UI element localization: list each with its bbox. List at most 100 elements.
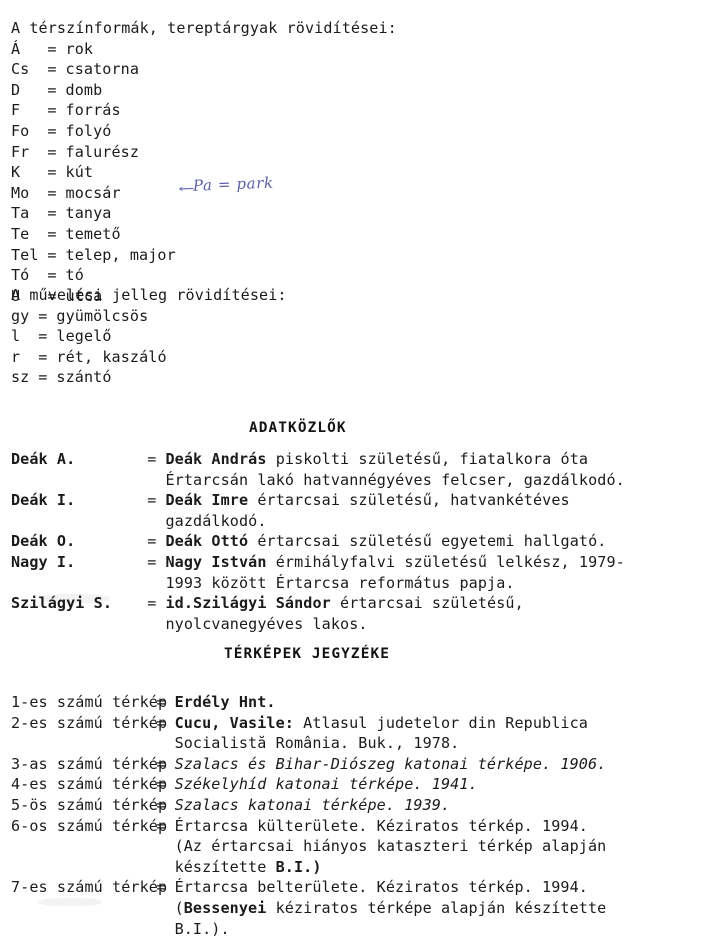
- equals-sign: =: [47, 121, 57, 140]
- terrain-abbreviation-value: falurész: [65, 142, 140, 161]
- terrain-abbreviation-key: F: [11, 101, 21, 120]
- map-entry: 5-ös számú térkép= Szalacs katonai térkép…: [11, 795, 727, 816]
- map-entry: 4-es számú térkép= Székelyhíd katonai tér…: [11, 774, 727, 795]
- equals-sign: =: [47, 266, 57, 285]
- equals-sign: =: [47, 142, 57, 161]
- map-first-line: 5-ös számú térkép= Szalacs katonai térkép…: [11, 795, 727, 816]
- informant-entry: Deák O. = Deák Ottó értarcsai születésű eg…: [11, 531, 727, 552]
- map-continuation-line: B.I.).: [174, 919, 230, 938]
- informant-full-name: Deák András: [165, 450, 267, 468]
- cultivation-heading: A művelési jelleg rövidítései:: [11, 286, 287, 304]
- map-title-text: Szalacs katonai térképe. 1939.: [174, 795, 451, 814]
- equals-sign: =: [156, 754, 166, 773]
- informant-entry: Deák A. = Deák András piskolti születésű, …: [11, 449, 727, 490]
- terrain-abbreviation-value: domb: [65, 80, 103, 99]
- map-title-text: Értarcsa belterülete. Kéziratos térkép. …: [174, 878, 588, 897]
- equals-sign: =: [47, 101, 57, 120]
- map-source-author: Bessenyei: [183, 898, 267, 917]
- terrain-abbreviation-row: Cs = csatorna: [11, 59, 397, 80]
- map-number-label: 7-es számú térkép: [11, 878, 168, 897]
- map-entry: 3-as számú térkép= Szalacs és Bihar-Diósz…: [11, 754, 727, 775]
- informant-first-line: Szilágyi S. = id.Szilágyi Sándor értarcsai…: [11, 593, 727, 614]
- maps-section-heading: TÉRKÉPEK JEGYZÉKE: [224, 646, 390, 662]
- map-title-text: Szalacs és Bihar-Diószeg katonai térképe…: [174, 754, 607, 773]
- map-first-line: 1-es számú térkép= Erdély Hnt.: [11, 692, 727, 713]
- map-number-label: 4-es számú térkép: [11, 775, 168, 794]
- informant-entry: Deák I. = Deák Imre értarcsai születésű, h…: [11, 490, 727, 531]
- terrain-abbreviation-value: forrás: [65, 101, 121, 120]
- cultivation-abbreviation-list: gy = gyümölcsös l = legelő r = rét, kaszáló sz = sz…: [11, 306, 287, 388]
- informant-continuation-line: Értarcsán lakó hatvannégyéves felcser, g…: [165, 470, 625, 489]
- map-entry: 2-es számú térkép= Cucu, Vasile: Atlasul …: [11, 713, 727, 754]
- informant-description: értarcsai születésű, hatvankétéves: [248, 491, 570, 510]
- equals-sign: =: [47, 163, 57, 182]
- terrain-abbreviation-value: csatorna: [65, 60, 140, 79]
- equals-sign: =: [156, 816, 166, 835]
- equals-sign: =: [38, 306, 48, 325]
- map-continuation-text: kéziratos térképe alapján készítette: [266, 898, 607, 917]
- cultivation-abbreviation-key: gy: [11, 306, 30, 325]
- terrain-abbreviation-key: Fo: [11, 121, 30, 140]
- equals-sign: =: [47, 60, 57, 79]
- map-first-line: 3-as számú térkép= Szalacs és Bihar-Diósz…: [11, 754, 727, 775]
- map-first-line: 2-es számú térkép= Cucu, Vasile: Atlasul …: [11, 713, 727, 734]
- cultivation-abbreviation-row: sz = szántó: [11, 367, 287, 388]
- equals-sign: =: [156, 693, 166, 711]
- map-author-initials: B.I.): [275, 857, 322, 876]
- cultivation-abbreviation-row: r = rét, kaszáló: [11, 347, 287, 368]
- terrain-abbreviation-row: Tel = telep, major: [11, 245, 397, 266]
- terrain-abbreviation-value: tanya: [65, 204, 112, 223]
- informants-section: Deák A. = Deák András piskolti születésű, …: [11, 449, 727, 634]
- informant-continuation-line: gazdálkodó.: [165, 511, 267, 530]
- terrain-abbreviation-key: Te: [11, 224, 30, 243]
- equals-sign: =: [156, 878, 166, 897]
- equals-sign: =: [47, 39, 57, 58]
- equals-sign: =: [147, 552, 157, 571]
- map-entry: 1-es számú térkép= Erdély Hnt.: [11, 692, 727, 713]
- equals-sign: =: [47, 245, 57, 264]
- terrain-abbreviation-key: Cs: [11, 60, 30, 79]
- equals-sign: =: [47, 80, 57, 99]
- equals-sign: =: [47, 204, 57, 223]
- equals-sign: =: [147, 450, 157, 468]
- terrain-abbreviation-value: folyó: [65, 121, 112, 140]
- terrain-abbreviation-row: Á = rok: [11, 39, 397, 60]
- equals-sign: =: [156, 713, 166, 732]
- map-continuation-line: (Bessenyei kéziratos térképe alapján kés…: [11, 898, 727, 919]
- cultivation-abbreviation-value: rét, kaszáló: [56, 347, 167, 366]
- equals-sign: =: [147, 594, 157, 613]
- cultivation-abbreviation-key: sz: [11, 368, 30, 387]
- map-number-label: 3-as számú térkép: [11, 754, 168, 773]
- informant-first-line: Deák O. = Deák Ottó értarcsai születésű eg…: [11, 531, 727, 552]
- equals-sign: =: [47, 224, 57, 243]
- terrain-abbreviation-row: Te = temető: [11, 224, 397, 245]
- informants-section-heading: ADATKÖZLŐK: [249, 420, 347, 436]
- terrain-abbreviation-key: Mo: [11, 183, 30, 202]
- informant-full-name: Deák Imre: [165, 491, 249, 510]
- handwritten-annotation-text: Pa = park: [192, 173, 274, 195]
- terrain-abbreviation-key: Fr: [11, 142, 30, 161]
- informant-description: érmihályfalvi születésű lelkész, 1979-: [266, 552, 625, 571]
- map-first-line: 6-os számú térkép= Értarcsa külterülete. …: [11, 816, 727, 837]
- informant-full-name: id.Szilágyi Sándor: [165, 594, 331, 613]
- terrain-abbreviation-value: temető: [65, 224, 121, 243]
- informant-key: Nagy I.: [11, 552, 76, 571]
- terrain-abbreviation-key: D: [11, 80, 21, 99]
- informant-continuation-line: 1993 között Értarcsa református papja.: [165, 573, 515, 592]
- map-first-line: 7-es számú térkép= Értarcsa belterülete. …: [11, 877, 727, 898]
- terrain-abbreviation-value: kút: [65, 163, 94, 182]
- informant-full-name: Deák Ottó: [165, 532, 249, 551]
- terrain-abbreviation-row: Tó = tó: [11, 265, 397, 286]
- terrain-abbreviation-key: Ta: [11, 204, 30, 223]
- map-number-label: 5-ös számú térkép: [11, 795, 168, 814]
- map-first-line: 4-es számú térkép= Székelyhíd katonai tér…: [11, 774, 727, 795]
- map-continuation-line: (Az értarcsai hiányos kataszteri térkép …: [174, 837, 607, 856]
- equals-sign: =: [156, 775, 166, 794]
- arrow-left-icon: ←: [178, 181, 197, 198]
- cultivation-abbreviation-key: l: [11, 327, 21, 346]
- terrain-abbreviation-key: K: [11, 163, 21, 182]
- informant-key: Deák I.: [11, 491, 76, 510]
- informant-description: értarcsai születésű,: [330, 594, 524, 613]
- handwritten-annotation: ←Pa = park: [159, 156, 275, 214]
- informants-list: Deák A. = Deák András piskolti születésű, …: [11, 449, 727, 634]
